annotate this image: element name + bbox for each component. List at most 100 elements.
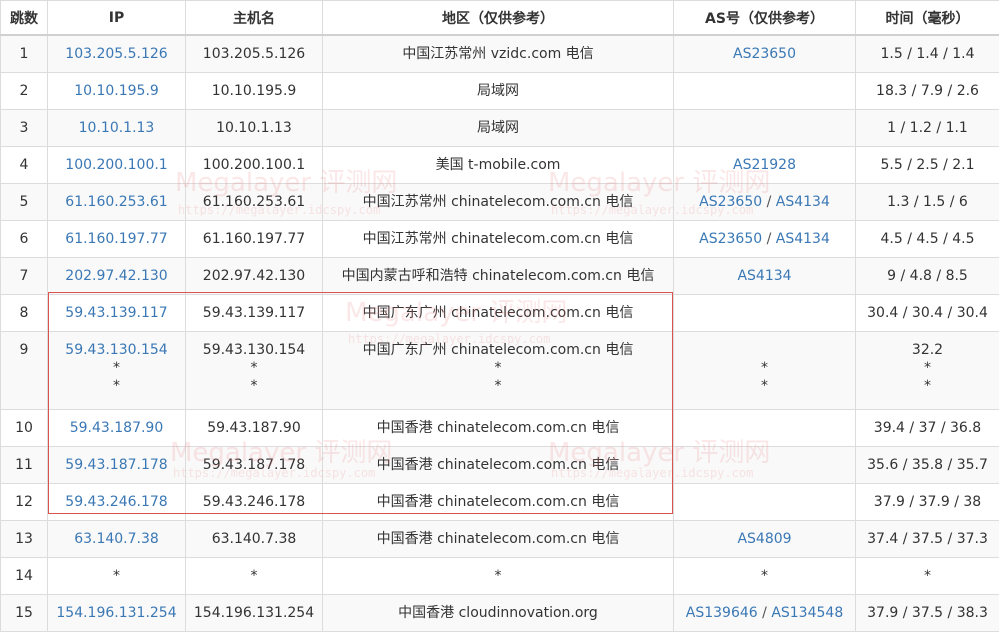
table-body: 1 103.205.5.126 103.205.5.126 中国江苏常州 vzidc.… bbox=[0, 34, 999, 632]
time-cell: * bbox=[855, 556, 999, 595]
host-name: * bbox=[250, 567, 258, 584]
ip-cell: 61.160.197.77 bbox=[47, 219, 186, 258]
as-line: AS23650 bbox=[674, 45, 855, 63]
as-link[interactable]: AS139646 bbox=[686, 605, 758, 621]
host-cell: 10.10.1.13 bbox=[185, 108, 323, 147]
table-row: 9 59.43.130.154 * * 59.43.130.154 * * 中国广东广州 ch… bbox=[0, 330, 999, 410]
as-cell: AS21928 bbox=[673, 145, 856, 184]
as-cell: * * bbox=[673, 330, 856, 410]
as-link[interactable]: AS4809 bbox=[737, 531, 791, 547]
table-row: 11 59.43.187.178 59.43.187.178 中国香港 chinate… bbox=[0, 445, 999, 484]
as-placeholder: * bbox=[761, 359, 768, 376]
ip-link[interactable]: 10.10.1.13 bbox=[48, 119, 185, 137]
hop-number: 10 bbox=[15, 419, 33, 436]
header-region[interactable]: 地区（仅供参考） bbox=[322, 0, 674, 36]
host-name: 10.10.195.9 bbox=[211, 82, 297, 99]
as-link[interactable]: AS23650 bbox=[699, 194, 762, 210]
time-value: * bbox=[924, 567, 931, 584]
region-cell: 中国香港 chinatelecom.com.cn 电信 bbox=[322, 445, 674, 484]
ip-link[interactable]: 154.196.131.254 bbox=[48, 604, 185, 622]
ip-link[interactable]: 103.205.5.126 bbox=[48, 45, 185, 63]
time-value: 37.9 / 37.5 / 38.3 bbox=[867, 604, 988, 621]
host-cell: 59.43.139.117 bbox=[185, 293, 323, 332]
as-link[interactable]: AS4134 bbox=[776, 231, 830, 247]
table-row: 4 100.200.100.1 100.200.100.1 美国 t-mobile.c… bbox=[0, 145, 999, 184]
region-cell: 中国广东广州 chinatelecom.com.cn 电信 bbox=[322, 293, 674, 332]
ip-cell: 63.140.7.38 bbox=[47, 519, 186, 558]
table-row: 13 63.140.7.38 63.140.7.38 中国香港 chinateleco… bbox=[0, 519, 999, 558]
time-value: 1.3 / 1.5 / 6 bbox=[887, 193, 968, 210]
host-name: * bbox=[250, 377, 258, 394]
hop-number: 7 bbox=[19, 267, 29, 284]
ip-link[interactable]: 61.160.197.77 bbox=[48, 230, 185, 248]
ip-link[interactable]: 59.43.130.154 bbox=[48, 341, 185, 359]
header-as[interactable]: AS号（仅供参考） bbox=[673, 0, 856, 36]
region-cell: 中国香港 cloudinnovation.org bbox=[322, 593, 674, 632]
header-time[interactable]: 时间（毫秒） bbox=[855, 0, 999, 36]
as-line: AS23650 / AS4134 bbox=[674, 230, 855, 248]
host-name: 154.196.131.254 bbox=[193, 604, 315, 621]
as-separator: / bbox=[757, 604, 772, 621]
ip-cell: 10.10.195.9 bbox=[47, 71, 186, 110]
region-text: 中国香港 chinatelecom.com.cn 电信 bbox=[376, 530, 620, 547]
hop-cell: 6 bbox=[0, 219, 48, 258]
as-link[interactable]: AS23650 bbox=[733, 46, 796, 62]
region-cell: * bbox=[322, 556, 674, 595]
host-cell: 10.10.195.9 bbox=[185, 71, 323, 110]
region-text: * bbox=[494, 377, 502, 394]
ip-cell: 59.43.246.178 bbox=[47, 482, 186, 521]
ip-link[interactable]: 59.43.139.117 bbox=[48, 304, 185, 322]
ip-link[interactable]: 59.43.187.178 bbox=[48, 456, 185, 474]
header-hop[interactable]: 跳数 bbox=[0, 0, 48, 36]
time-value: 9 / 4.8 / 8.5 bbox=[887, 267, 968, 284]
ip-link[interactable]: 61.160.253.61 bbox=[48, 193, 185, 211]
host-name: 59.43.187.178 bbox=[202, 456, 306, 473]
as-link[interactable]: AS134548 bbox=[771, 605, 843, 621]
ip-cell: 103.205.5.126 bbox=[47, 34, 186, 73]
ip-placeholder: * bbox=[113, 359, 120, 376]
as-line: AS23650 / AS4134 bbox=[674, 193, 855, 211]
as-cell: AS139646 / AS134548 bbox=[673, 593, 856, 632]
as-line: AS139646 / AS134548 bbox=[674, 604, 855, 622]
time-cell: 32.2 * * bbox=[855, 330, 999, 410]
region-text: 局域网 bbox=[477, 119, 519, 136]
ip-link[interactable]: 63.140.7.38 bbox=[48, 530, 185, 548]
table-row: 3 10.10.1.13 10.10.1.13 局域网 1 / 1.2 / 1.1 bbox=[0, 108, 999, 147]
table-row: 12 59.43.246.178 59.43.246.178 中国香港 chinate… bbox=[0, 482, 999, 521]
table-row: 2 10.10.195.9 10.10.195.9 局域网 18.3 / 7.9 / 2… bbox=[0, 71, 999, 110]
as-link[interactable]: AS21928 bbox=[733, 157, 796, 173]
ip-cell: 59.43.130.154 * * bbox=[47, 330, 186, 410]
hop-number: 13 bbox=[15, 530, 33, 547]
host-cell: * bbox=[185, 556, 323, 595]
hop-cell: 5 bbox=[0, 182, 48, 221]
region-cell: 中国江苏常州 chinatelecom.com.cn 电信 bbox=[322, 182, 674, 221]
region-cell: 中国内蒙古呼和浩特 chinatelecom.com.cn 电信 bbox=[322, 256, 674, 295]
ip-link[interactable]: 202.97.42.130 bbox=[48, 267, 185, 285]
time-value: * bbox=[924, 359, 931, 376]
hop-number: 15 bbox=[15, 604, 33, 621]
time-value: 32.2 bbox=[911, 341, 944, 358]
header-ip[interactable]: IP bbox=[47, 0, 186, 36]
time-value: 39.4 / 37 / 36.8 bbox=[873, 419, 982, 436]
ip-link[interactable]: 100.200.100.1 bbox=[48, 156, 185, 174]
as-line: AS4809 bbox=[674, 530, 855, 548]
as-line: AS21928 bbox=[674, 156, 855, 174]
as-link[interactable]: AS4134 bbox=[776, 194, 830, 210]
as-placeholder: * bbox=[761, 567, 768, 584]
ip-link[interactable]: 10.10.195.9 bbox=[48, 82, 185, 100]
ip-link[interactable]: 59.43.187.90 bbox=[48, 419, 185, 437]
region-cell: 中国江苏常州 chinatelecom.com.cn 电信 bbox=[322, 219, 674, 258]
table-row: 1 103.205.5.126 103.205.5.126 中国江苏常州 vzidc.… bbox=[0, 34, 999, 73]
ip-cell: 10.10.1.13 bbox=[47, 108, 186, 147]
ip-link[interactable]: 59.43.246.178 bbox=[48, 493, 185, 511]
hop-number: 3 bbox=[19, 119, 29, 136]
time-cell: 1 / 1.2 / 1.1 bbox=[855, 108, 999, 147]
region-text: 中国广东广州 chinatelecom.com.cn 电信 bbox=[362, 341, 634, 358]
as-link[interactable]: AS4134 bbox=[737, 268, 791, 284]
time-cell: 39.4 / 37 / 36.8 bbox=[855, 408, 999, 447]
region-text: 美国 t-mobile.com bbox=[435, 156, 561, 173]
as-link[interactable]: AS23650 bbox=[699, 231, 762, 247]
header-host[interactable]: 主机名 bbox=[185, 0, 323, 36]
host-cell: 202.97.42.130 bbox=[185, 256, 323, 295]
region-text: 中国江苏常州 chinatelecom.com.cn 电信 bbox=[362, 230, 634, 247]
